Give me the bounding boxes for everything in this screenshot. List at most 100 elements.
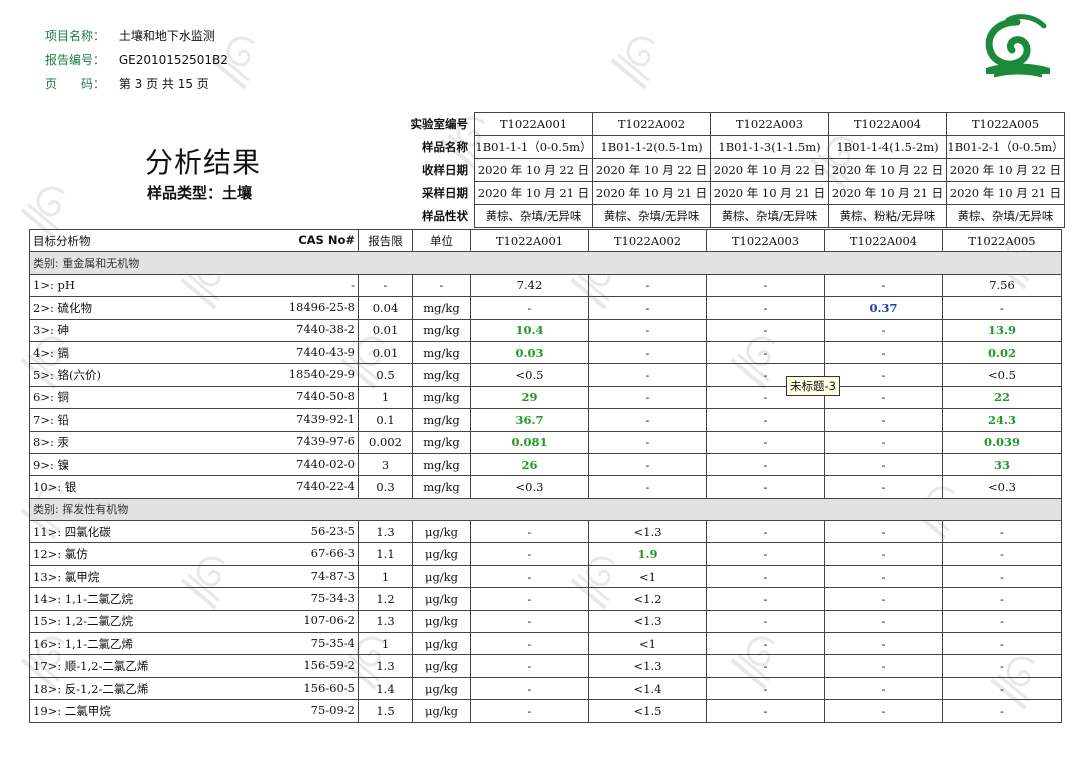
result-value-cell: - <box>824 430 943 454</box>
result-value-cell: - <box>942 564 1062 589</box>
cas-number: 18540-29-9 <box>288 367 355 382</box>
analyte-cell: 12>: 氯仿 67-66-3 <box>29 542 359 566</box>
result-value-cell: - <box>706 564 825 589</box>
table-row: 15>: 1,2-二氯乙烷 107-06-2 1.3 μg/kg - <1.3- - - <box>29 609 1062 634</box>
analyte-cell: 7>: 铅 7439-92-1 <box>29 408 359 432</box>
result-value-cell: <0.5 <box>942 363 1062 387</box>
analyte-name: 7>: 铅 <box>33 412 69 427</box>
result-value-cell: - <box>824 564 943 589</box>
report-number-label: 报告编号： <box>45 53 106 67</box>
cas-number: 7440-22-4 <box>296 478 355 493</box>
result-value-cell: - <box>706 587 825 611</box>
cas-number: 75-34-3 <box>310 590 355 605</box>
report-limit-cell: 1.3 <box>358 654 413 678</box>
report-limit-cell: 0.04 <box>358 296 413 320</box>
result-value-cell: - <box>470 542 589 566</box>
report-limit-cell: 0.01 <box>358 340 413 365</box>
category-row: 类别: 挥发性有机物 <box>29 497 1062 522</box>
results-table: 目标分析物 CAS No# 报告限 单位 T1022A001 T1022A002… <box>29 228 1062 723</box>
result-value-cell: 22 <box>942 385 1062 410</box>
result-value-cell: <0.3 <box>942 475 1062 499</box>
result-value-cell: - <box>588 452 707 477</box>
sample-info-cell: 2020 年 10 月 22 日 <box>828 158 947 182</box>
project-name-row: 项目名称： 土壤和地下水监测 <box>45 27 215 44</box>
table-row: 17>: 顺-1,2-二氯乙烯 156-59-2 1.3 μg/kg - <1.3- - - <box>29 654 1062 678</box>
result-value-cell: - <box>470 676 589 701</box>
sample-info-cell: 1B01-1-1（0-0.5m） <box>474 135 593 159</box>
table-row: 1>: pH - - -7.42- - -7.56 <box>29 273 1062 298</box>
result-value-cell: 1.9 <box>588 542 707 566</box>
table-row: 9>: 镍 7440-02-0 3 mg/kg 26- - -33 <box>29 452 1062 477</box>
sample-info-cell: 2020 年 10 月 22 日 <box>710 158 829 182</box>
sample-info-table: 实验室编号 T1022A001 T1022A002 T1022A003 T1022A00… <box>388 112 1065 228</box>
unit-cell: μg/kg <box>412 542 471 566</box>
analyte-cell: 19>: 二氯甲烷 75-09-2 <box>29 699 359 723</box>
report-limit-cell: 3 <box>358 452 413 477</box>
sample-info-cell: 2020 年 10 月 21 日 <box>474 181 593 205</box>
cas-number: 156-60-5 <box>303 680 355 695</box>
result-value-cell: 24.3 <box>942 408 1062 432</box>
analyte-name: 11>: 四氯化碳 <box>33 524 111 539</box>
cas-number: 7440-38-2 <box>296 322 355 337</box>
analyte-name: 6>: 铜 <box>33 390 69 405</box>
category-label: 类别: 重金属和无机物 <box>29 251 1062 275</box>
analyte-column-header: 目标分析物 CAS No# <box>29 228 359 253</box>
result-value-cell: - <box>824 385 943 410</box>
table-row: 5>: 铬(六价) 18540-29-9 0.5 mg/kg <0.5- - - <0.5 <box>29 363 1062 387</box>
cas-number: 7440-50-8 <box>296 389 355 404</box>
result-value-cell: 33 <box>942 452 1062 477</box>
result-value-cell: - <box>706 676 825 701</box>
unit-cell: mg/kg <box>412 340 471 365</box>
analyte-name: 3>: 砷 <box>33 323 69 338</box>
result-value-cell: 36.7 <box>470 408 589 432</box>
sample-column-header: T1022A005 <box>942 228 1062 253</box>
cas-number: 7440-02-0 <box>296 456 355 471</box>
result-value-cell: - <box>588 385 707 410</box>
result-value-cell: - <box>470 699 589 723</box>
analyte-name: 12>: 氯仿 <box>33 547 88 562</box>
cas-number: 156-59-2 <box>303 658 355 673</box>
unit-cell: mg/kg <box>412 318 471 342</box>
analyte-header-label: 目标分析物 <box>33 233 91 248</box>
analyte-name: 2>: 硫化物 <box>33 300 92 315</box>
result-value-cell: - <box>706 452 825 477</box>
unit-cell: μg/kg <box>412 564 471 589</box>
analyte-cell: 5>: 铬(六价) 18540-29-9 <box>29 363 359 387</box>
result-value-cell: - <box>706 632 825 656</box>
result-value-cell: - <box>706 430 825 454</box>
analyte-name: 14>: 1,1-二氯乙烷 <box>33 591 133 606</box>
analyte-name: 5>: 铬(六价) <box>33 368 101 383</box>
sample-info-cell: 2020 年 10 月 22 日 <box>946 158 1065 182</box>
result-value-cell: - <box>942 520 1062 544</box>
unit-cell: mg/kg <box>412 296 471 320</box>
sample-info-cell: 2020 年 10 月 22 日 <box>474 158 593 182</box>
report-limit-cell: 0.3 <box>358 475 413 499</box>
result-value-cell: <1.2 <box>588 587 707 611</box>
result-value-cell: - <box>706 340 825 365</box>
result-value-cell: - <box>824 654 943 678</box>
sample-info-cell: 2020 年 10 月 22 日 <box>592 158 711 182</box>
sample-info-cell: 2020 年 10 月 21 日 <box>828 181 947 205</box>
cas-number: 75-35-4 <box>310 635 355 650</box>
result-value-cell: - <box>824 542 943 566</box>
project-name-value: 土壤和地下水监测 <box>118 29 215 43</box>
result-value-cell: - <box>942 609 1062 634</box>
result-value-cell: - <box>824 452 943 477</box>
unit-column-header: 单位 <box>412 228 471 253</box>
page-title: 分析结果 <box>145 146 262 179</box>
result-value-cell: 0.039 <box>942 430 1062 454</box>
result-value-cell: - <box>588 430 707 454</box>
result-value-cell: - <box>706 520 825 544</box>
result-value-cell: 29 <box>470 385 589 410</box>
sample-info-row: 采样日期 2020 年 10 月 21 日 2020 年 10 月 21 日 2020… <box>388 181 1065 205</box>
report-limit-cell: 1.3 <box>358 520 413 544</box>
result-value-cell: - <box>824 340 943 365</box>
cas-number: 75-09-2 <box>310 702 355 717</box>
report-number-value: GE2010152501B2 <box>118 53 228 67</box>
table-row: 7>: 铅 7439-92-1 0.1 mg/kg 36.7- - -24.3 <box>29 408 1062 432</box>
sample-info-cell: 黄棕、杂填/无异味 <box>946 204 1065 228</box>
analyte-name: 15>: 1,2-二氯乙烷 <box>33 614 133 629</box>
result-value-cell: - <box>824 363 943 387</box>
table-row: 2>: 硫化物 18496-25-8 0.04 mg/kg - - -0.37- <box>29 296 1062 320</box>
sample-column-header: T1022A003 <box>706 228 825 253</box>
